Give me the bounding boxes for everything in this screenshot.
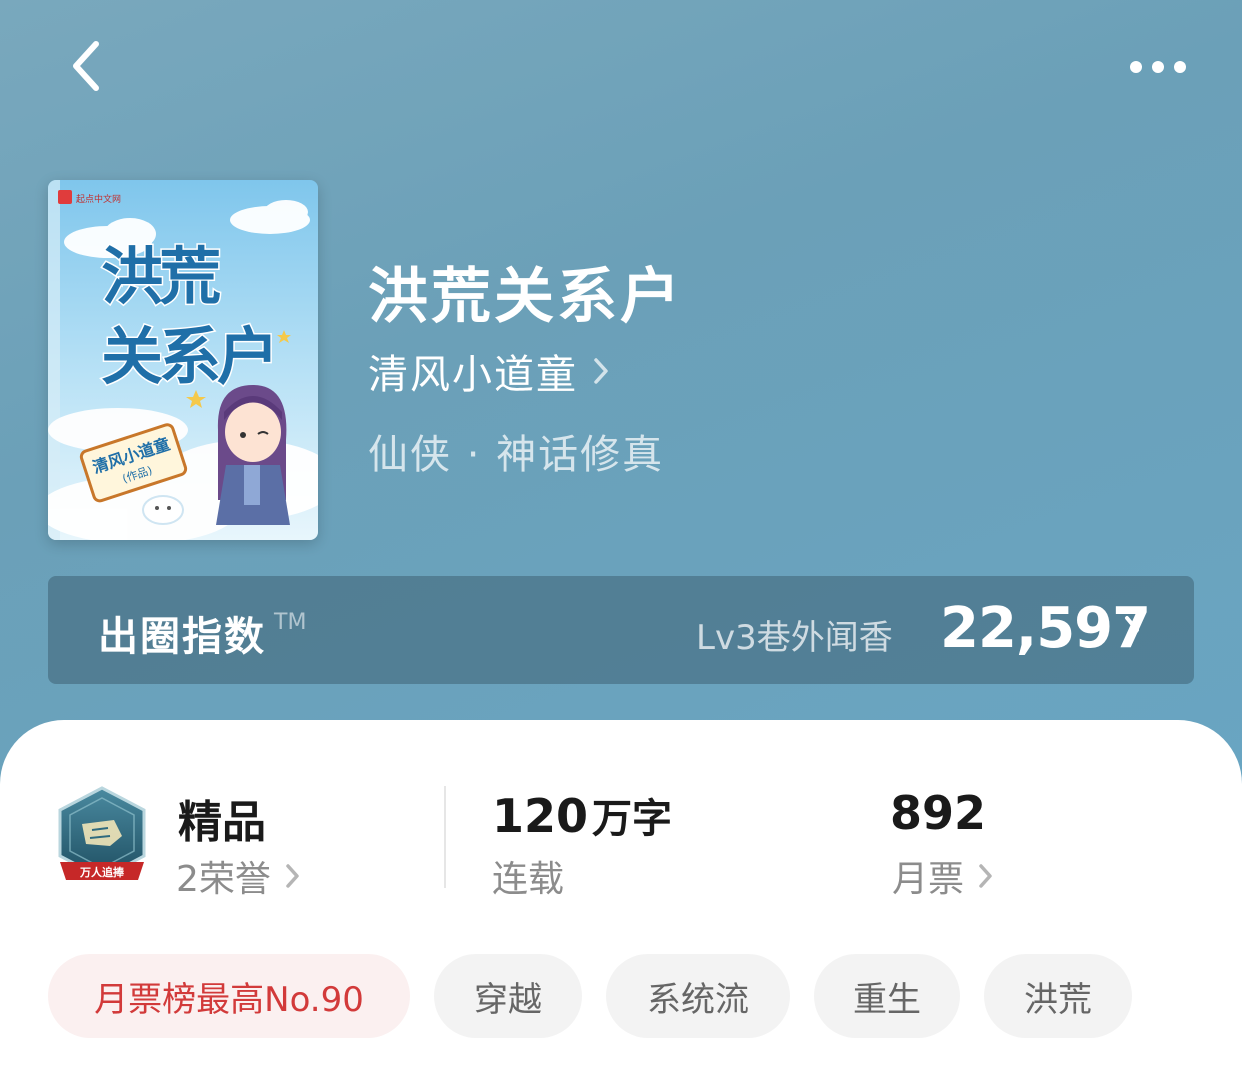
serial-status-label: 连载 [492, 859, 565, 900]
quality-value: 精品 [178, 797, 266, 848]
chevron-right-icon [1122, 614, 1142, 650]
monthly-ticket-count: 892 [890, 786, 987, 840]
word-count-number: 120 [492, 789, 589, 843]
book-cover[interactable]: 起点中文网 洪荒 关系户 清风小道童 (作品) [48, 180, 318, 540]
more-options-button[interactable] [1120, 45, 1196, 89]
more-horizontal-icon [1130, 61, 1186, 73]
book-title: 洪荒关系户 [368, 262, 683, 332]
cover-title-part1: 洪荒 [101, 240, 220, 313]
word-count: 120 万字 [492, 786, 672, 844]
tag-item[interactable]: 穿越 [434, 954, 582, 1038]
serial-status: 连载 [492, 850, 564, 902]
tag-item[interactable]: 重生 [814, 954, 960, 1038]
back-button[interactable] [58, 38, 114, 94]
honors-link[interactable]: 2荣誉 [176, 850, 301, 902]
tag-item[interactable]: 洪荒 [984, 954, 1132, 1038]
cover-title-part2: 关系户 [101, 320, 275, 393]
chevron-left-icon [73, 41, 99, 91]
tag-rank[interactable]: 月票榜最高No.90 [48, 954, 410, 1038]
breakout-index-level: Lv3巷外闻香 [696, 618, 893, 658]
stats-divider [444, 786, 446, 888]
breakout-index-card[interactable]: 出圈指数 TM Lv3巷外闻香 22,597 [48, 576, 1194, 684]
author-name: 清风小道童 [368, 352, 578, 398]
book-genre: 仙侠 · 神话修真 [368, 432, 665, 478]
chevron-right-icon [978, 862, 994, 890]
cover-character [216, 385, 290, 525]
tag-item[interactable]: 系统流 [606, 954, 790, 1038]
breakout-index-score: 22,597 [940, 596, 1151, 661]
author-link[interactable]: 清风小道童 [368, 342, 610, 400]
chevron-right-icon [285, 862, 301, 890]
word-count-unit: 万字 [592, 796, 673, 842]
quality-badge-icon[interactable]: 万人追捧 [52, 786, 152, 890]
trademark-mark: TM [274, 610, 307, 635]
breakout-index-label: 出圈指数 [98, 614, 266, 660]
badge-text: 万人追捧 [79, 865, 125, 879]
cover-publisher: 起点中文网 [76, 193, 121, 205]
honors-label: 2荣誉 [176, 859, 271, 900]
chevron-right-icon [592, 356, 610, 386]
monthly-ticket-link[interactable]: 月票 [892, 850, 994, 902]
monthly-ticket-label: 月票 [892, 859, 965, 900]
